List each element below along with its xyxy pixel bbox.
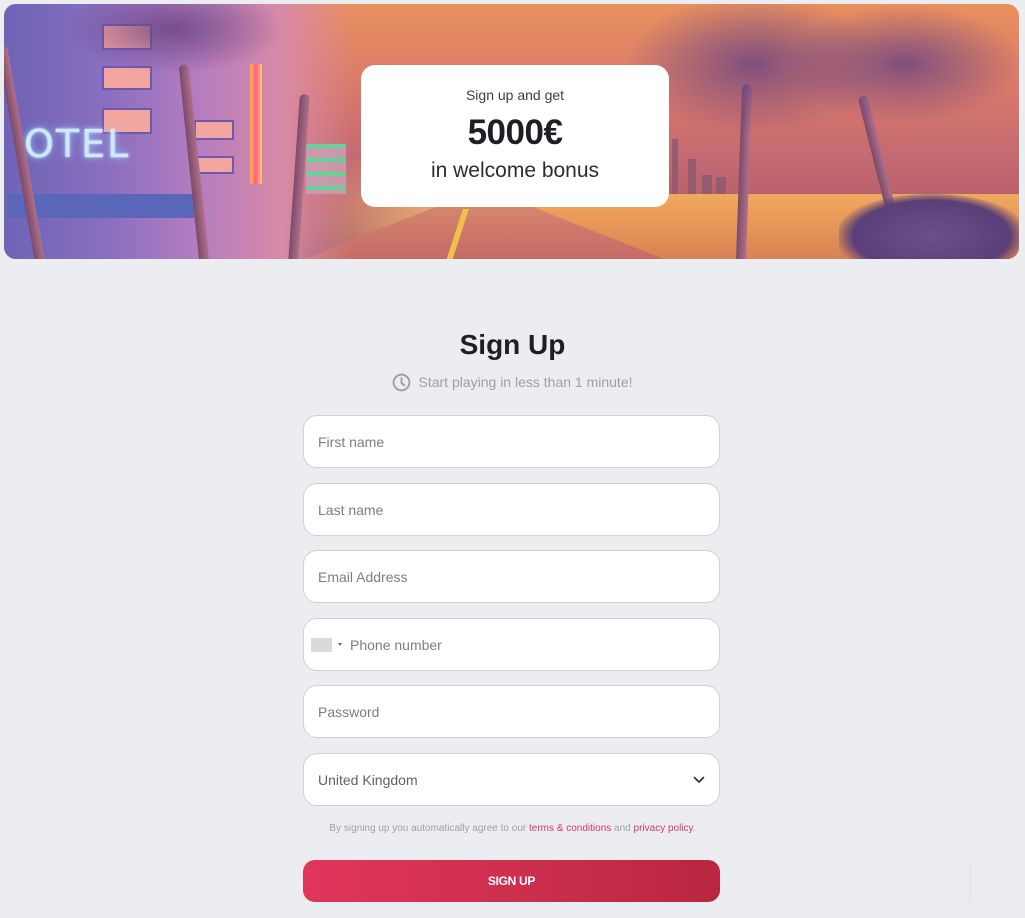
promo-pretext: Sign up and get [465, 87, 565, 103]
banner-skyline [668, 139, 728, 194]
phone-input[interactable] [342, 619, 719, 670]
password-input[interactable] [304, 686, 719, 737]
palm-fronds [784, 4, 1019, 124]
last-name-field [303, 483, 720, 536]
terms-notice: By signing up you automatically agree to… [0, 822, 1025, 836]
hero-banner: OTEL Sign up and get 5000€ in welcome bo… [4, 4, 1019, 259]
page-title: Sign Up [459, 329, 566, 360]
clock-icon [392, 373, 411, 392]
country-code-select[interactable] [311, 637, 342, 652]
email-field [303, 550, 720, 603]
email-input[interactable] [304, 551, 719, 602]
banner-bush [839, 194, 1019, 259]
country-select[interactable]: United Kingdom [303, 753, 720, 806]
welcome-bonus-card: Sign up and get 5000€ in welcome bonus [361, 65, 669, 207]
phone-field [303, 618, 720, 671]
privacy-policy-link[interactable]: privacy policy [634, 823, 693, 834]
promo-posttext: in welcome bonus [430, 159, 600, 182]
first-name-input[interactable] [304, 416, 719, 467]
page-subtitle: Start playing in less than 1 minute! [0, 372, 1025, 392]
banner-neon-green [306, 144, 346, 194]
building-window [194, 120, 234, 140]
subtitle-text: Start playing in less than 1 minute! [418, 374, 633, 390]
first-name-field [303, 415, 720, 468]
flag-placeholder-icon [311, 637, 332, 652]
last-name-input[interactable] [304, 484, 719, 535]
banner-neon-strip [250, 64, 262, 184]
scroll-edge-shadow [968, 862, 972, 902]
chevron-down-icon [693, 771, 705, 789]
terms-middle: and [614, 823, 631, 834]
terms-suffix: . [692, 823, 696, 834]
sign-up-button[interactable]: SIGN UP [303, 860, 720, 902]
promo-amount: 5000€ [467, 113, 563, 152]
password-field [303, 685, 720, 738]
hotel-neon-sign: OTEL [24, 122, 131, 166]
building-window [194, 156, 234, 174]
terms-conditions-link[interactable]: terms & conditions [529, 823, 611, 834]
country-select-value: United Kingdom [318, 771, 418, 788]
terms-prefix: By signing up you automatically agree to… [329, 823, 527, 834]
